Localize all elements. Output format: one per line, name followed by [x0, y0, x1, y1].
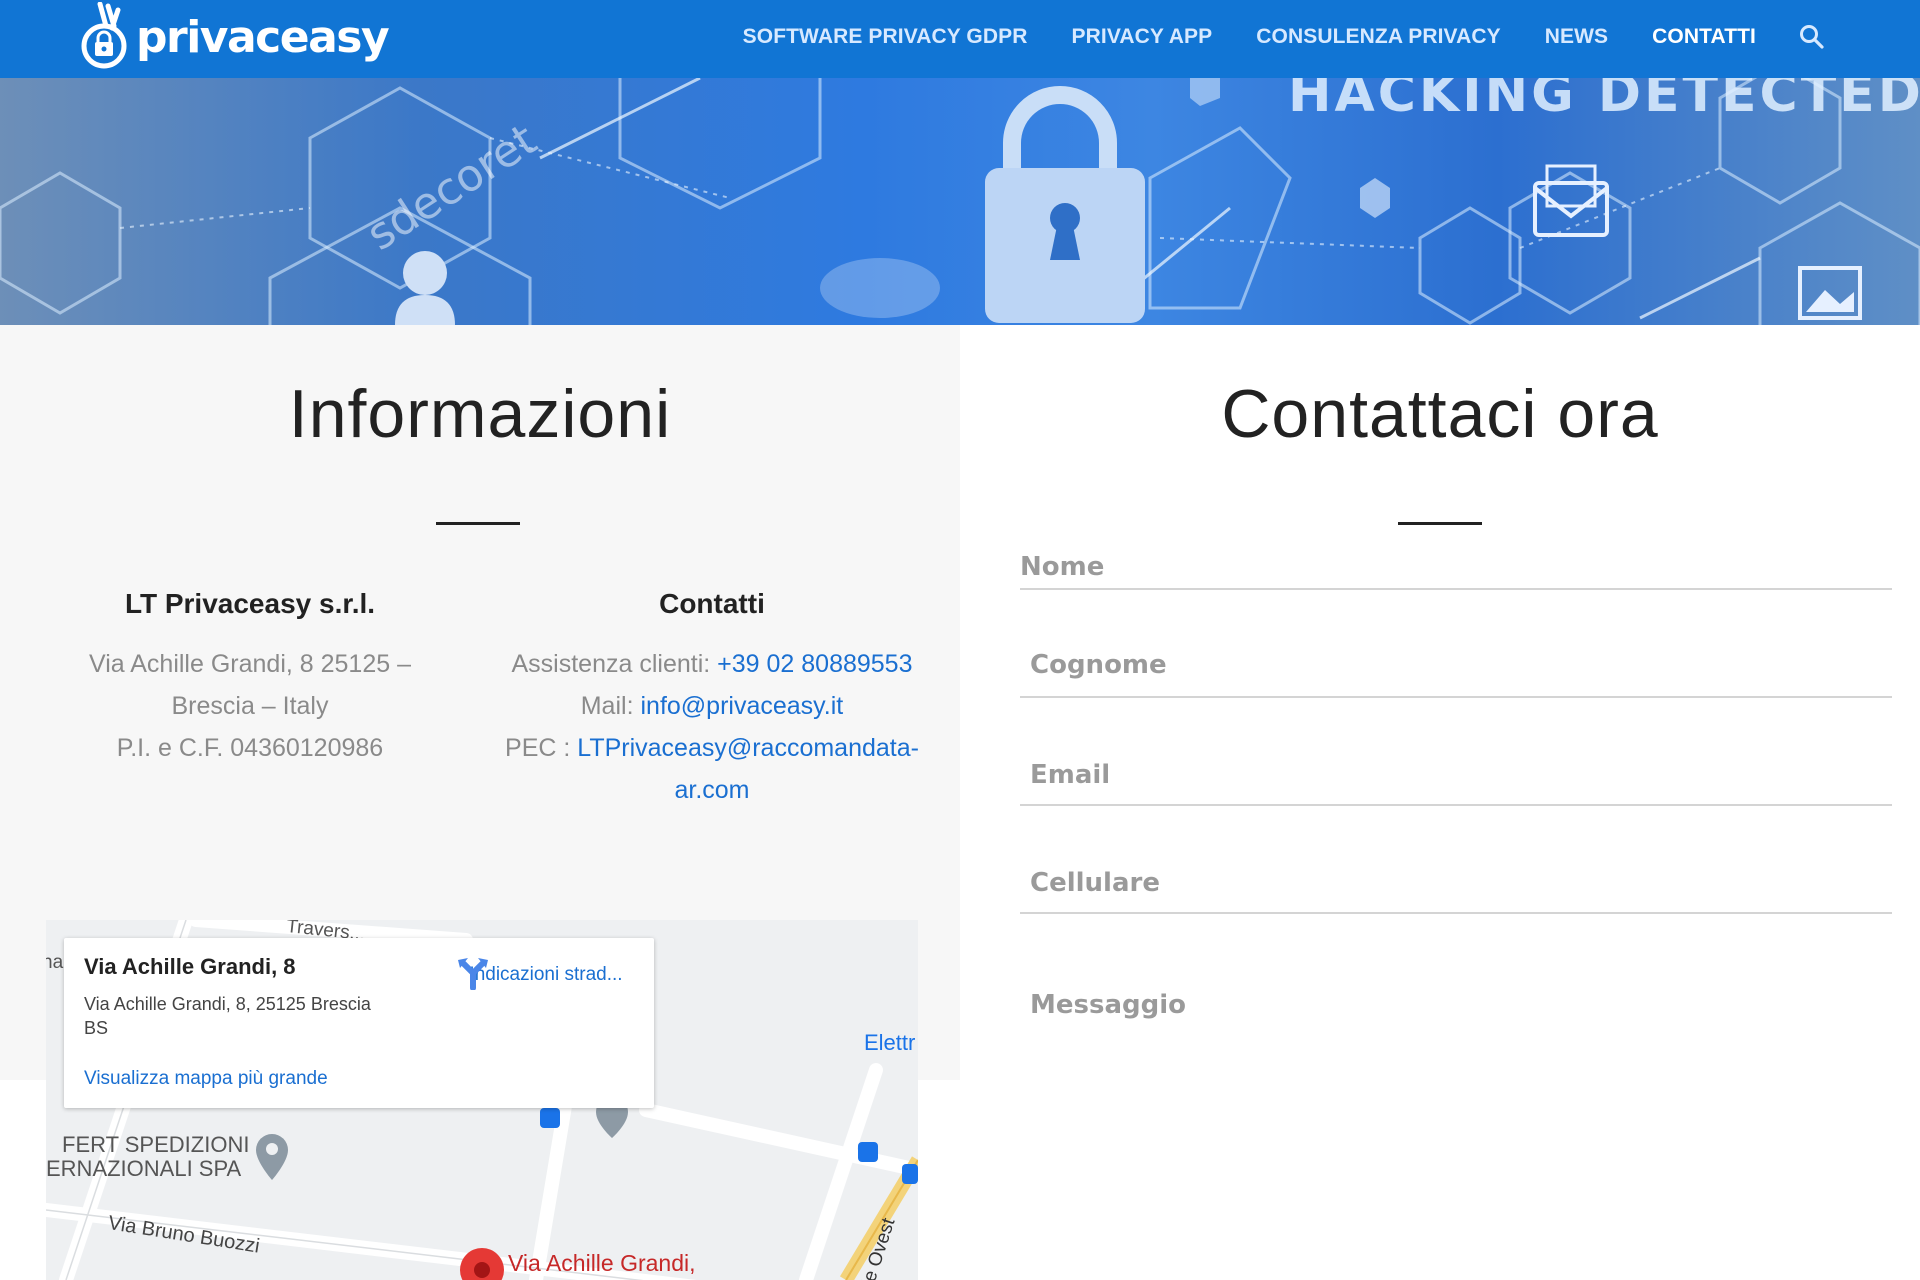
email-field — [1020, 760, 1892, 806]
map-label-grandi-pin: Via Achille Grandi, — [508, 1250, 696, 1276]
map-label-fert-line2: ERNAZIONALI SPA — [46, 1156, 242, 1181]
pec-link-continued[interactable]: ar.com — [674, 776, 749, 804]
map-card-address-line1: Via Achille Grandi, 8, 25125 Brescia — [84, 994, 371, 1014]
nome-input[interactable] — [1020, 552, 1892, 582]
pec-label: PEC : — [505, 734, 571, 762]
logo-hand-lock-icon — [78, 1, 134, 70]
nav-item-software-privacy-gdpr[interactable]: SOFTWARE PRIVACY GDPR — [743, 25, 1028, 49]
info-title-divider — [436, 522, 520, 525]
brand-logo[interactable]: privaceasy — [78, 1, 390, 70]
messaggio-field — [1020, 980, 1892, 1260]
hero-banner-text: HACKING DETECTED — [1288, 78, 1920, 124]
info-title: Informazioni — [288, 376, 672, 452]
page: privaceasy SOFTWARE PRIVACY GDPR PRIVACY… — [0, 0, 1920, 1280]
company-address-line2: Brescia – Italy — [171, 692, 329, 720]
map-label-edge: na — [46, 952, 64, 973]
directions-icon — [458, 958, 488, 990]
cellulare-field — [1020, 868, 1892, 914]
contact-form-divider — [1398, 522, 1482, 525]
pec-line: PEC : LTPrivaceasy@raccomandata- — [492, 734, 932, 763]
email-input[interactable] — [1020, 760, 1892, 790]
messaggio-textarea[interactable] — [1020, 980, 1892, 1260]
hero-banner: HACKING DETECTED sdecoret — [0, 78, 1920, 325]
view-larger-map-link[interactable]: Visualizza mappa più grande — [84, 1068, 328, 1090]
google-map[interactable]: Travers... na Elettr FERT SPEDIZIONI ERN… — [46, 920, 918, 1280]
map-info-card: Via Achille Grandi, 8 Via Achille Grandi… — [64, 938, 654, 1108]
brand-name: privaceasy — [136, 11, 390, 63]
cognome-input[interactable] — [1020, 650, 1892, 680]
nav-item-news[interactable]: NEWS — [1545, 25, 1608, 49]
company-name: LT Privaceasy s.r.l. — [124, 588, 376, 619]
main-nav: SOFTWARE PRIVACY GDPR PRIVACY APP CONSUL… — [699, 0, 1826, 74]
cognome-field — [1020, 650, 1892, 698]
cellulare-input[interactable] — [1020, 868, 1892, 898]
map-label-fert-line1: FERT SPEDIZIONI — [62, 1132, 250, 1157]
search-icon[interactable] — [1798, 23, 1826, 51]
support-label: Assistenza clienti: — [511, 650, 711, 678]
map-card-address-line2: BS — [84, 1018, 109, 1038]
mail-link[interactable]: info@privaceasy.it — [640, 692, 843, 720]
nav-item-contatti[interactable]: CONTATTI — [1652, 25, 1756, 49]
nav-item-privacy-app[interactable]: PRIVACY APP — [1072, 25, 1213, 49]
directions-button[interactable]: Indicazioni strad... — [456, 956, 636, 990]
nav-item-consulenza-privacy[interactable]: CONSULENZA PRIVACY — [1256, 25, 1500, 49]
pec-link[interactable]: LTPrivaceasy@raccomandata- — [577, 734, 919, 762]
pec-line-2: ar.com — [492, 776, 932, 805]
support-line: Assistenza clienti: +39 02 80889553 — [492, 650, 932, 679]
site-header: privaceasy SOFTWARE PRIVACY GDPR PRIVACY… — [0, 0, 1920, 78]
mail-line: Mail: info@privaceasy.it — [492, 692, 932, 721]
company-address-line1: Via Achille Grandi, 8 25125 – — [89, 650, 411, 678]
map-card-title: Via Achille Grandi, 8 — [84, 954, 296, 979]
mail-label: Mail: — [580, 692, 634, 720]
map-card-address: Via Achille Grandi, 8, 25125 Brescia BS — [84, 992, 424, 1040]
map-label-elettr: Elettr — [864, 1030, 916, 1055]
nome-field — [1020, 552, 1892, 590]
contacts-heading: Contatti — [659, 588, 765, 619]
contact-form-title: Contattaci ora — [1221, 376, 1659, 452]
support-phone-link[interactable]: +39 02 80889553 — [717, 650, 912, 678]
company-vat: P.I. e C.F. 04360120986 — [116, 734, 384, 762]
